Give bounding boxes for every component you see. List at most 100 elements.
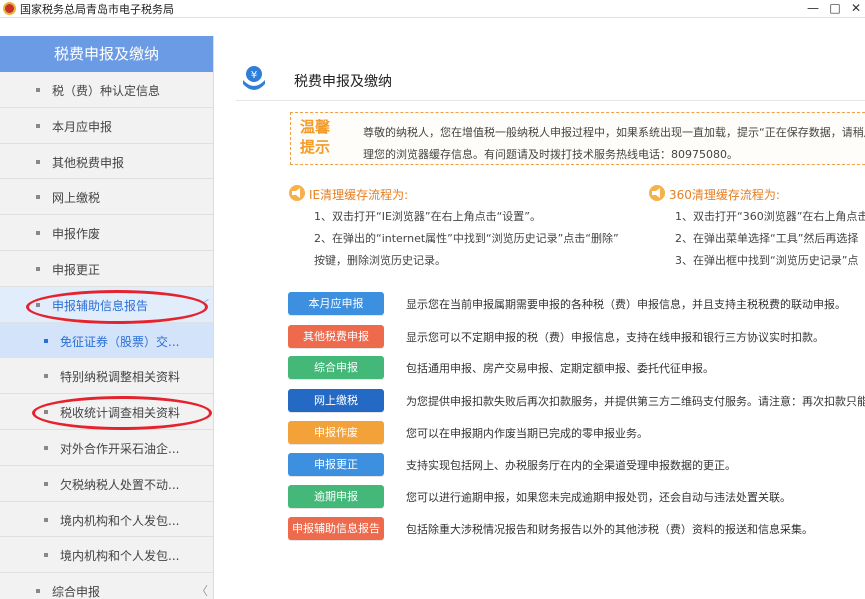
other-declaration-button[interactable]: 其他税费申报	[288, 325, 384, 348]
sidebar-item-label: 综合申报	[52, 585, 101, 599]
sidebar-item-monthly-declaration[interactable]: 本月应申报	[0, 108, 213, 144]
notice-text: 尊敬的纳税人，您在增值税一般纳税人申报过程中，如果系统出现一直加载，提示“正在保…	[363, 122, 865, 166]
sidebar-item-label: 其他税费申报	[52, 155, 125, 170]
sidebar-subitem-securities-exemption[interactable]: 免征证券（股票）交...	[0, 322, 213, 359]
bullet-icon	[36, 266, 40, 271]
sidebar-item-label: 对外合作开采石油企...	[60, 441, 180, 456]
360-cache-steps: 360清理缓存流程为: 1、双击打开“360浏览器”在右上角点击 2、在弹出菜单…	[647, 184, 865, 272]
bullet-icon	[36, 302, 40, 307]
360-steps-title: 360清理缓存流程为:	[669, 188, 780, 202]
ie-steps-title: IE清理缓存流程为:	[309, 188, 409, 202]
window-title: 国家税务总局青岛市电子税务局	[20, 3, 174, 16]
tax-emblem-icon	[3, 2, 16, 15]
sidebar-item-label: 特别纳税调整相关资料	[60, 370, 181, 385]
svg-text:¥: ¥	[251, 70, 257, 81]
sidebar-group-auxiliary-info-report[interactable]: 申报辅助信息报告 ﹀	[0, 286, 213, 323]
sidebar-item-label: 免征证券（股票）交...	[60, 334, 180, 349]
sidebar-item-tax-type-info[interactable]: 税（费）种认定信息	[0, 72, 213, 108]
service-row-monthly-declaration: 本月应申报 显示您在当前申报属期需要申报的各种税（费）申报信息，并且支持主税税费…	[288, 292, 865, 316]
warm-notice-box: 温馨 提示 尊敬的纳税人，您在增值税一般纳税人申报过程中，如果系统出现一直加载，…	[290, 112, 865, 165]
sidebar-subitem-special-tax-adjustment[interactable]: 特别纳税调整相关资料	[0, 358, 213, 395]
sidebar-subitem-tax-arrears-property[interactable]: 欠税纳税人处置不动...	[0, 466, 213, 502]
declaration-correction-button[interactable]: 申报更正	[288, 453, 384, 476]
sidebar-item-declaration-void[interactable]: 申报作废	[0, 215, 213, 251]
notice-badge-line2: 提示	[299, 138, 330, 156]
sidebar-subitem-offshore-oil[interactable]: 对外合作开采石油企...	[0, 430, 213, 466]
comprehensive-declaration-button[interactable]: 综合申报	[288, 356, 384, 379]
bullet-icon	[36, 88, 40, 92]
auxiliary-info-report-button[interactable]: 申报辅助信息报告	[288, 517, 384, 540]
service-row-online-payment: 网上缴税 为您提供申报扣款失败后再次扣款服务，并提供第三方二维码支付服务。请注意…	[288, 389, 865, 413]
chevron-down-icon: ﹀	[198, 297, 209, 311]
service-row-correction: 申报更正 支持实现包括网上、办税服务厅在内的全渠道受理申报数据的更正。	[288, 453, 865, 477]
window-titlebar: 国家税务总局青岛市电子税务局 — □ ✕	[0, 0, 865, 18]
main-content: ¥ 税费申报及缴纳 温馨 提示 尊敬的纳税人，您在增值税一般纳税人申报过程中，如…	[214, 36, 865, 599]
service-row-declaration-void: 申报作废 您可以在申报期内作废当期已完成的零申报业务。	[288, 421, 865, 445]
chevron-left-icon: 〈	[196, 584, 209, 599]
sidebar-subitem-domestic-contracting-1[interactable]: 境内机构和个人发包...	[0, 502, 213, 538]
sidebar-item-label: 税收统计调查相关资料	[60, 406, 181, 421]
bullet-icon	[44, 553, 48, 558]
page-title: 税费申报及缴纳	[294, 74, 392, 90]
minimize-button[interactable]: —	[804, 0, 822, 18]
ie-step-1: 1、双击打开“IE浏览器”在右上角点击“设置”。	[314, 210, 541, 223]
bullet-icon	[44, 517, 48, 522]
ie-cache-steps: IE清理缓存流程为: 1、双击打开“IE浏览器”在右上角点击“设置”。 2、在弹…	[287, 184, 647, 272]
bullet-icon	[44, 374, 48, 379]
sidebar-item-label: 税（费）种认定信息	[52, 84, 161, 98]
overdue-declaration-button[interactable]: 逾期申报	[288, 485, 384, 508]
sidebar-item-other-declaration[interactable]: 其他税费申报	[0, 144, 213, 180]
header-divider	[236, 100, 865, 101]
service-description: 显示您在当前申报属期需要申报的各种税（费）申报信息，并且支持主税税费的联动申报。	[406, 298, 846, 311]
sidebar-item-comprehensive-declaration[interactable]: 综合申报 〈	[0, 573, 213, 599]
sidebar-nav: 税费申报及缴纳 税（费）种认定信息 本月应申报 其他税费申报 网上缴税 申报作废…	[0, 36, 214, 599]
sidebar-subitem-tax-statistics-survey[interactable]: 税收统计调查相关资料	[0, 394, 213, 430]
sidebar-item-label: 境内机构和个人发包...	[60, 513, 180, 528]
sidebar-item-online-payment[interactable]: 网上缴税	[0, 179, 213, 216]
service-description: 包括除重大涉税情况报告和财务报告以外的其他涉税（费）资料的报送和信息采集。	[406, 523, 813, 536]
sidebar-item-label: 本月应申报	[52, 119, 113, 134]
ie-step-2-cont: 按键，删除浏览历史记录。	[314, 254, 446, 267]
close-button[interactable]: ✕	[847, 0, 865, 18]
service-description: 您可以进行逾期申报，如果您未完成逾期申报处罚，还会自动与违法处置关联。	[406, 491, 791, 504]
bullet-icon	[36, 231, 40, 236]
megaphone-icon	[649, 185, 665, 201]
bullet-icon	[36, 589, 40, 594]
sidebar-item-label: 欠税纳税人处置不动...	[60, 477, 180, 492]
sidebar-item-label: 网上缴税	[52, 191, 101, 206]
declaration-void-button[interactable]: 申报作废	[288, 421, 384, 444]
notice-badge-line1: 温馨	[299, 118, 330, 136]
bullet-icon	[44, 481, 48, 486]
360-step-1: 1、双击打开“360浏览器”在右上角点击	[675, 210, 865, 223]
maximize-button[interactable]: □	[826, 0, 844, 18]
notice-line1: 尊敬的纳税人，您在增值税一般纳税人申报过程中，如果系统出现一直加载，提示“正在保…	[363, 126, 865, 139]
service-row-overdue: 逾期申报 您可以进行逾期申报，如果您未完成逾期申报处罚，还会自动与违法处置关联。	[288, 485, 865, 509]
sidebar-item-declaration-correction[interactable]: 申报更正	[0, 251, 213, 287]
service-row-auxiliary-report: 申报辅助信息报告 包括除重大涉税情况报告和财务报告以外的其他涉税（费）资料的报送…	[288, 517, 865, 541]
sidebar-item-label: 境内机构和个人发包...	[60, 549, 180, 564]
sidebar-subitem-domestic-contracting-2[interactable]: 境内机构和个人发包...	[0, 537, 213, 574]
360-step-2: 2、在弹出菜单选择“工具”然后再选择	[675, 232, 859, 245]
warm-notice-badge: 温馨 提示	[295, 117, 335, 161]
online-payment-button[interactable]: 网上缴税	[288, 389, 384, 412]
monthly-declaration-button[interactable]: 本月应申报	[288, 292, 384, 315]
megaphone-icon	[289, 185, 305, 201]
sidebar-item-label: 申报更正	[52, 262, 101, 277]
ie-step-2: 2、在弹出的“internet属性”中找到“浏览历史记录”点击“删除”	[314, 232, 619, 245]
sidebar-header: 税费申报及缴纳	[0, 36, 213, 72]
service-description: 包括通用申报、房产交易申报、定期定额申报、委托代征申报。	[406, 362, 714, 375]
service-description: 支持实现包括网上、办税服务厅在内的全渠道受理申报数据的更正。	[406, 459, 736, 472]
tax-payment-icon: ¥	[243, 66, 265, 90]
360-step-3: 3、在弹出框中找到“浏览历史记录”点	[675, 254, 859, 267]
bullet-icon	[36, 195, 40, 200]
service-row-other-declaration: 其他税费申报 显示您可以不定期申报的税（费）申报信息，支持在线申报和银行三方协议…	[288, 325, 865, 349]
service-row-comprehensive: 综合申报 包括通用申报、房产交易申报、定期定额申报、委托代征申报。	[288, 356, 865, 380]
bullet-icon	[36, 159, 40, 164]
service-description: 为您提供申报扣款失败后再次扣款服务，并提供第三方二维码支付服务。请注意：再次扣款…	[406, 395, 865, 408]
sidebar-item-label: 申报辅助信息报告	[52, 298, 149, 313]
bullet-icon	[44, 410, 48, 415]
bullet-icon	[44, 445, 48, 450]
service-description: 显示您可以不定期申报的税（费）申报信息，支持在线申报和银行三方协议实时扣款。	[406, 331, 824, 344]
service-description: 您可以在申报期内作废当期已完成的零申报业务。	[406, 427, 648, 440]
bullet-icon	[36, 123, 40, 128]
